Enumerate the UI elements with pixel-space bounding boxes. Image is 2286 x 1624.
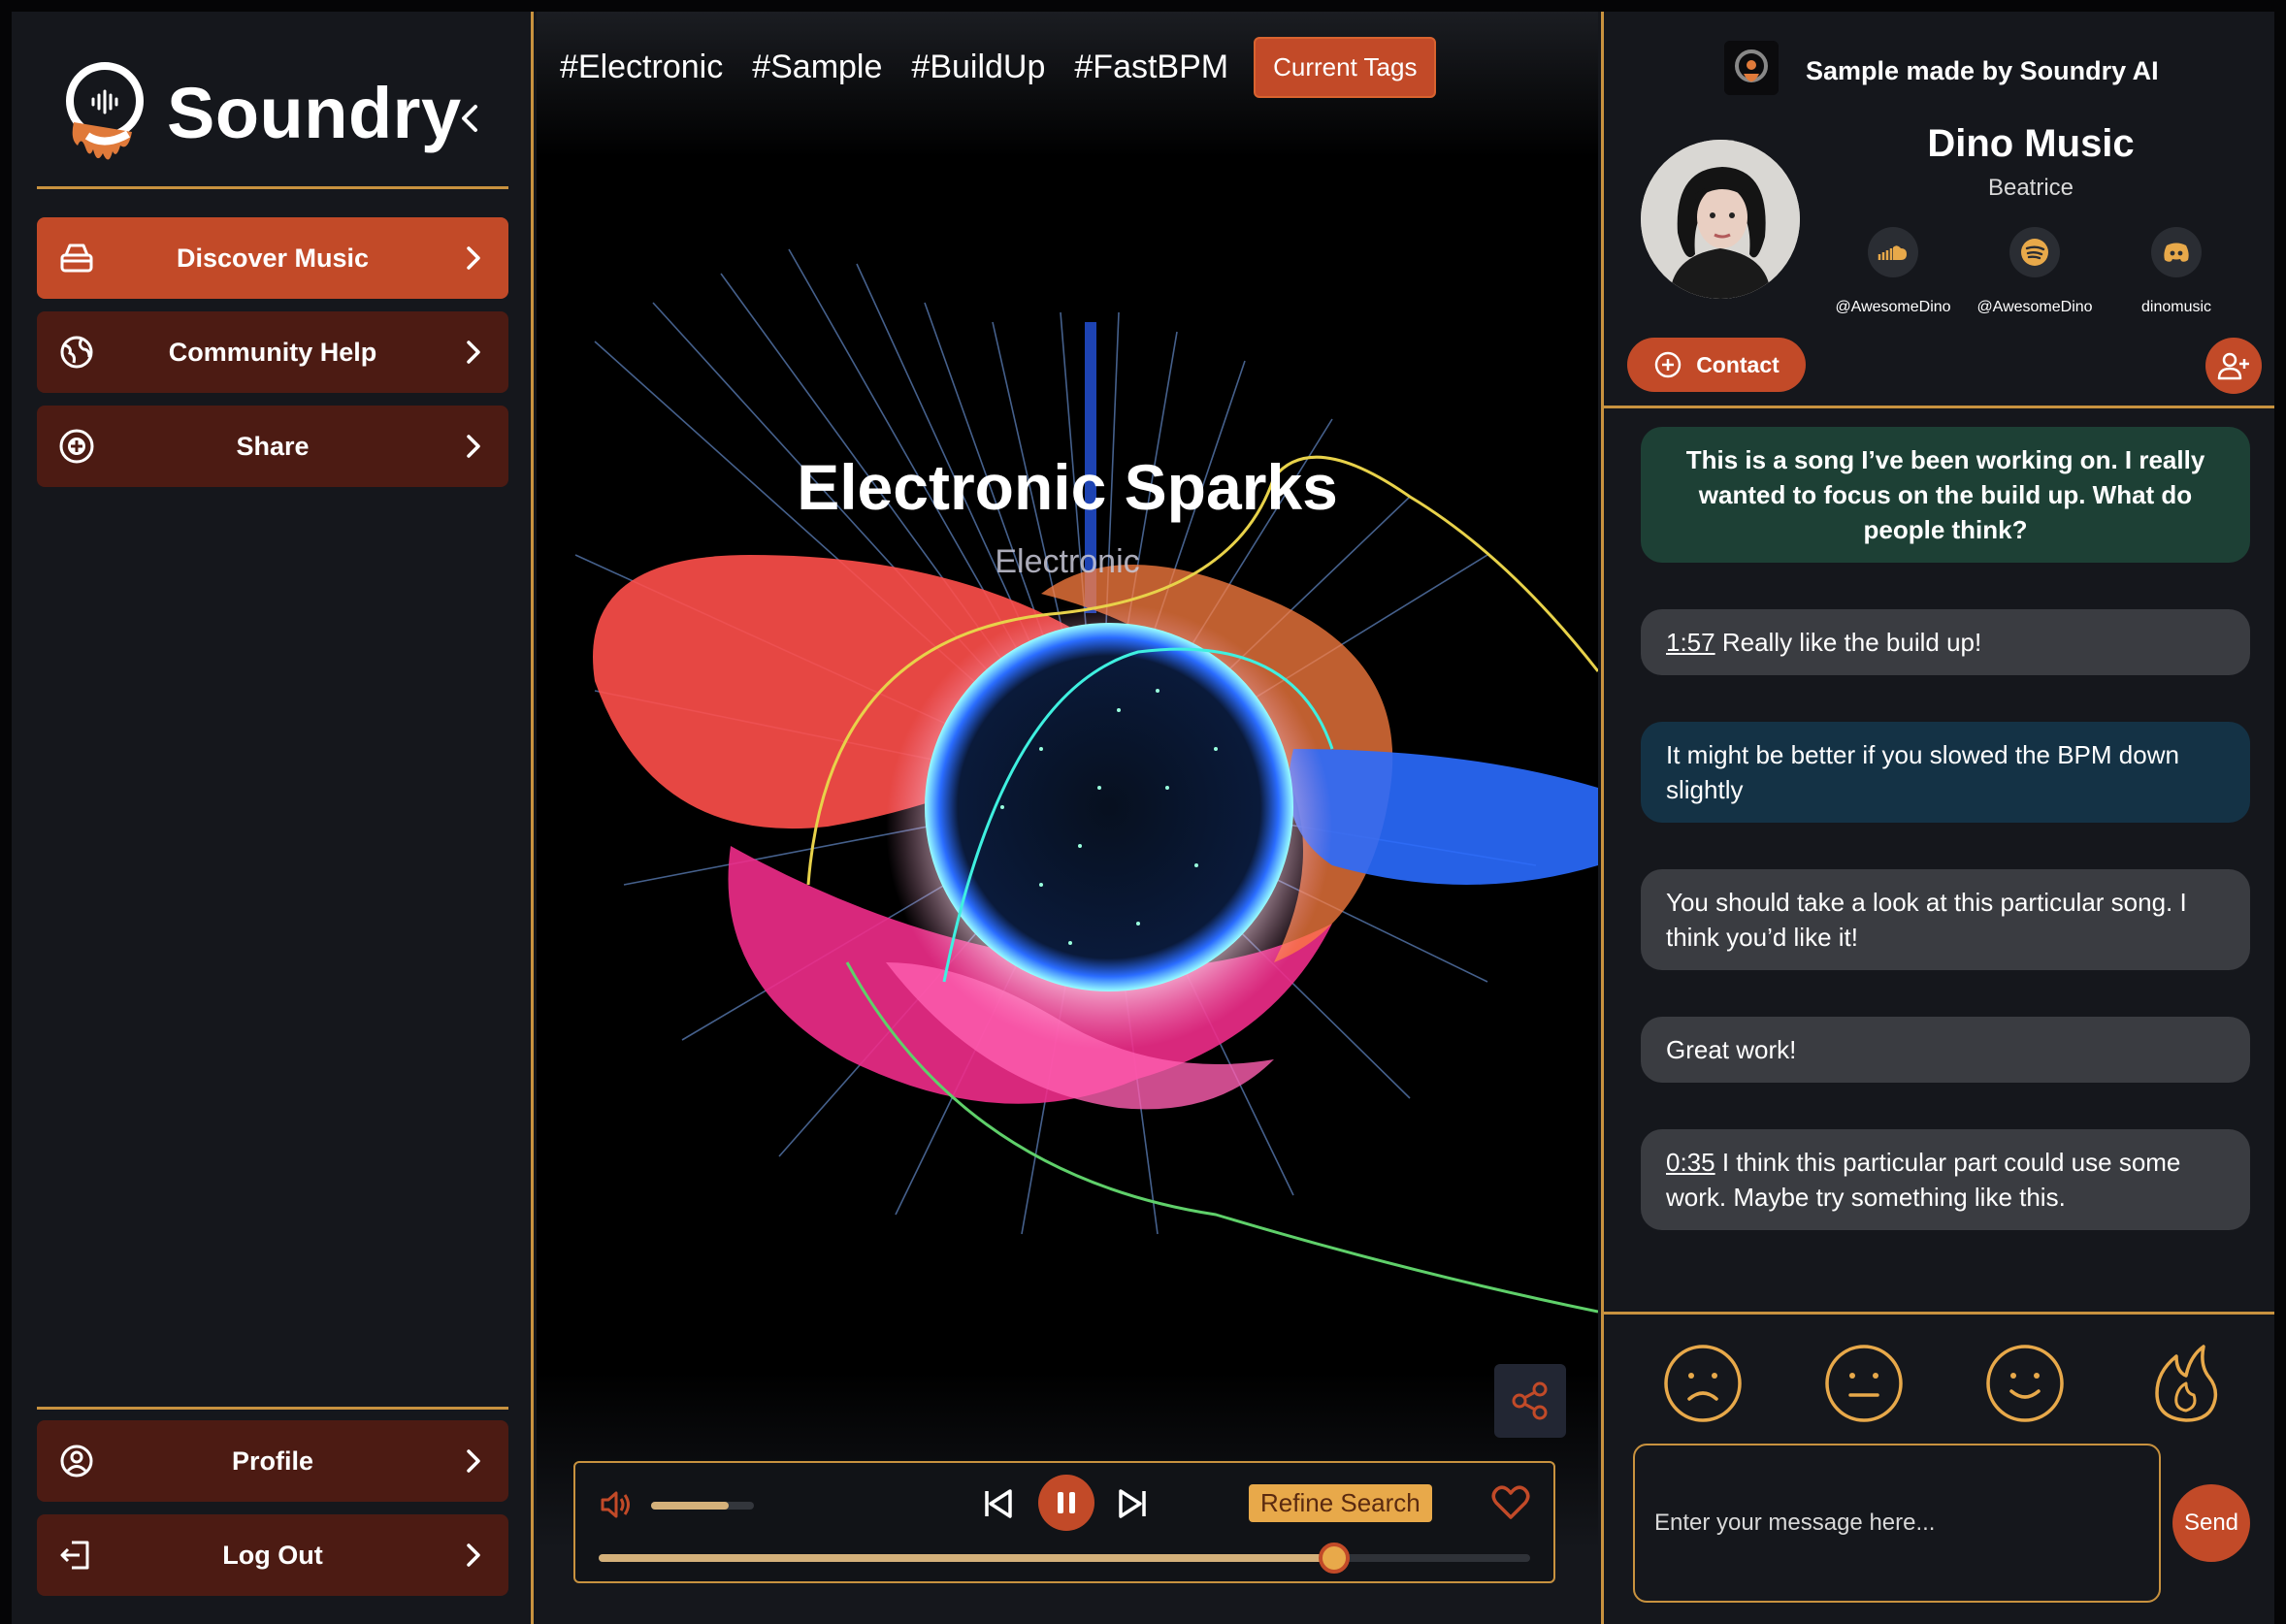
ai-sample-label: Sample made by Soundry AI (1806, 56, 2159, 85)
sidebar-divider (37, 186, 508, 189)
sidebar-item-log-out[interactable]: Log Out (37, 1514, 508, 1596)
tag-sample[interactable]: #Sample (752, 49, 882, 86)
contact-label: Contact (1696, 351, 1780, 377)
sidebar-item-label: Share (236, 431, 310, 461)
volume-level (651, 1502, 729, 1510)
message-text: This is a song I’ve been working on. I r… (1685, 445, 2205, 544)
panel-divider (1604, 406, 2274, 408)
message-timestamp[interactable]: 0:35 (1666, 1148, 1715, 1177)
main-content: #Electronic #Sample #BuildUp #FastBPM Cu… (537, 12, 1598, 1624)
message-bubble: It might be better if you slowed the BPM… (1641, 722, 2250, 823)
social-handle: dinomusic (2140, 299, 2212, 315)
sidebar-item-community-help[interactable]: Community Help (37, 311, 508, 393)
sidebar-item-discover-music[interactable]: Discover Music (37, 217, 508, 299)
message-input[interactable] (1633, 1444, 2161, 1603)
add-user-icon (2217, 352, 2249, 380)
sidebar-item-profile[interactable]: Profile (37, 1420, 508, 1502)
message-bubble: Great work! (1641, 1017, 2250, 1083)
audio-player: Refine Search (573, 1461, 1555, 1583)
sidebar-item-label: Community Help (168, 337, 377, 367)
social-soundcloud[interactable]: @AwesomeDino (1825, 227, 1961, 316)
chevron-right-icon (467, 435, 480, 458)
message-text: You should take a look at this particula… (1666, 888, 2187, 952)
seek-progress (599, 1554, 1335, 1562)
artist-subtitle: Beatrice (1987, 175, 2074, 201)
previous-track-icon[interactable] (981, 1486, 1016, 1521)
soundcloud-icon (1878, 245, 1907, 260)
message-text: I think this particular part could use s… (1666, 1148, 2181, 1212)
panel-divider (1604, 1312, 2274, 1315)
social-handle: @AwesomeDino (1835, 299, 1951, 315)
sidebar: Soundry Discover Music Community Help Sh… (12, 12, 534, 1624)
add-user-button[interactable] (2205, 338, 2262, 394)
message-bubble: This is a song I’ve been working on. I r… (1641, 427, 2250, 563)
social-spotify[interactable]: @AwesomeDino (1967, 227, 2103, 316)
seek-handle[interactable] (1319, 1543, 1351, 1574)
contact-button[interactable]: Contact (1627, 338, 1806, 392)
sidebar-item-label: Profile (231, 1445, 314, 1476)
share-button[interactable] (1494, 1364, 1566, 1438)
discord-icon (2164, 243, 2189, 262)
spotify-icon (2021, 239, 2048, 266)
plus-circle-icon (59, 429, 94, 464)
brand-name: Soundry (167, 73, 462, 153)
refine-search-button[interactable]: Refine Search (1249, 1484, 1432, 1522)
volume-slider[interactable] (651, 1502, 754, 1510)
user-circle-icon (60, 1445, 93, 1478)
sidebar-item-label: Discover Music (176, 243, 370, 273)
song-title: Electronic Sparks (797, 451, 1338, 523)
artist-photo (1641, 140, 1800, 299)
neutral-face-icon[interactable] (1823, 1343, 1905, 1424)
song-genre: Electronic (995, 543, 1140, 580)
chevron-right-icon (467, 1449, 480, 1473)
chevron-right-icon (467, 246, 480, 270)
sidebar-item-share[interactable]: Share (37, 406, 508, 487)
smile-face-icon[interactable] (1984, 1343, 2066, 1424)
message-text: Really like the build up! (1714, 628, 1982, 657)
avatar[interactable] (1641, 140, 1800, 299)
share-icon (1512, 1381, 1548, 1420)
message-text: Great work! (1666, 1035, 1797, 1064)
message-bubble: 0:35 I think this particular part could … (1641, 1129, 2250, 1230)
fire-icon[interactable] (2145, 1343, 2227, 1424)
box-icon (60, 244, 93, 273)
tag-bar: #Electronic #Sample #BuildUp #FastBPM Cu… (560, 37, 1437, 98)
comments-panel: Sample made by Soundry AI Dino Music Bea… (1601, 12, 2274, 1624)
send-button[interactable]: Send (2172, 1484, 2250, 1562)
chevron-right-icon (467, 341, 480, 364)
globe-icon (60, 336, 93, 369)
social-discord[interactable]: dinomusic (2108, 227, 2244, 316)
next-track-icon[interactable] (1115, 1486, 1150, 1521)
heart-icon[interactable] (1491, 1484, 1530, 1521)
soundry-logo (66, 62, 144, 160)
social-handle: @AwesomeDino (1976, 299, 2093, 315)
chevron-right-icon (467, 1543, 480, 1567)
tag-electronic[interactable]: #Electronic (560, 49, 723, 86)
logout-icon (60, 1541, 89, 1570)
soundry-ai-icon (1724, 41, 1779, 95)
seek-bar[interactable] (599, 1543, 1530, 1574)
current-tags-button[interactable]: Current Tags (1254, 37, 1437, 98)
message-text: It might be better if you slowed the BPM… (1666, 740, 2179, 804)
volume-icon[interactable] (599, 1488, 634, 1521)
collapse-sidebar-icon[interactable] (454, 99, 487, 138)
message-timestamp[interactable]: 1:57 (1666, 628, 1715, 657)
message-bubble: 1:57 Really like the build up! (1641, 609, 2250, 675)
tag-buildup[interactable]: #BuildUp (911, 49, 1045, 86)
artist-name: Dino Music (1927, 122, 2135, 165)
sad-face-icon[interactable] (1662, 1343, 1744, 1424)
app-window: Soundry Discover Music Community Help Sh… (12, 12, 2274, 1624)
plus-circle-icon (1654, 351, 1682, 378)
tag-fastbpm[interactable]: #FastBPM (1074, 49, 1228, 86)
pause-icon (1058, 1492, 1075, 1513)
message-bubble: You should take a look at this particula… (1641, 869, 2250, 970)
pause-button[interactable] (1038, 1475, 1094, 1531)
sidebar-divider (37, 1407, 508, 1410)
sidebar-item-label: Log Out (222, 1540, 323, 1570)
